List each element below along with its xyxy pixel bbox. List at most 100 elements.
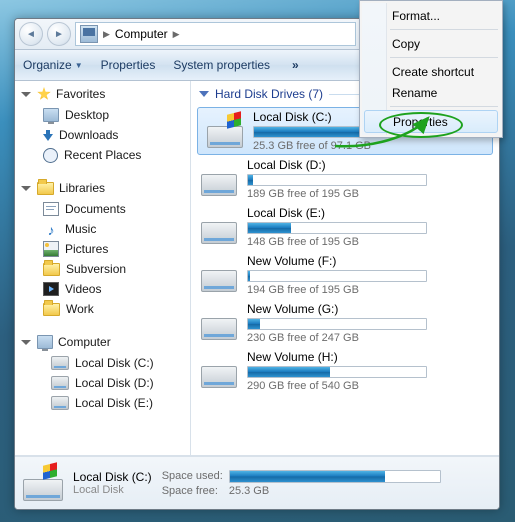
details-drive-type: Local Disk — [73, 484, 152, 496]
drive-icon — [201, 306, 237, 340]
details-drive-name: Local Disk (C:) — [73, 470, 152, 484]
drive-name: Local Disk (D:) — [247, 158, 491, 172]
tree-favorites-header[interactable]: Favorites — [15, 81, 190, 105]
details-pane: Local Disk (C:) Local Disk Space used: S… — [15, 456, 499, 509]
drive-name: New Volume (G:) — [247, 302, 491, 316]
cmd-system-properties-label: System properties — [173, 58, 270, 72]
collapse-icon — [199, 91, 209, 97]
note-icon — [43, 202, 59, 216]
tree-item-label: Local Disk (C:) — [75, 356, 154, 370]
breadcrumb[interactable]: ▶ Computer ▶ — [75, 22, 356, 46]
computer-icon — [37, 335, 53, 349]
cmd-organize[interactable]: Organize ▼ — [23, 58, 83, 72]
chevron-right-icon: ▶ — [173, 29, 180, 40]
tree-item[interactable]: Local Disk (D:) — [15, 373, 190, 393]
cmd-overflow[interactable]: » — [292, 58, 300, 72]
breadcrumb-computer[interactable]: Computer — [115, 27, 168, 41]
tree-item[interactable]: Recent Places — [15, 145, 190, 165]
drive-item[interactable]: New Volume (H:) 290 GB free of 540 GB — [191, 347, 499, 395]
drive-free-text: 148 GB free of 195 GB — [247, 236, 491, 248]
music-icon: ♪ — [43, 221, 59, 237]
monitor-icon — [43, 108, 59, 122]
back-arrow-icon: ◄ — [26, 29, 36, 40]
drive-free-text: 25.3 GB free of 97.1 GB — [253, 140, 485, 152]
tree-libraries-header[interactable]: Libraries — [15, 175, 190, 199]
drive-icon — [201, 354, 237, 388]
context-menu-item[interactable]: Create shortcut — [362, 61, 500, 82]
tree-item-label: Desktop — [65, 108, 109, 122]
tree-item-label: Music — [65, 222, 96, 236]
drive-free-text: 230 GB free of 247 GB — [247, 332, 491, 344]
drive-icon — [201, 210, 237, 244]
details-free-label: Space free: — [162, 485, 223, 497]
context-menu-item[interactable]: Properties — [364, 110, 498, 133]
tree-item-label: Local Disk (D:) — [75, 376, 154, 390]
tree-computer-header[interactable]: Computer — [15, 329, 190, 353]
folder-icon — [43, 263, 60, 276]
drive-usage-bar — [247, 174, 427, 186]
context-menu-item[interactable]: Copy — [362, 33, 500, 54]
tree-item-label: Work — [66, 302, 94, 316]
expand-icon — [21, 186, 31, 191]
tree-item-label: Local Disk (E:) — [75, 396, 153, 410]
tree-item-label: Downloads — [59, 128, 118, 142]
cmd-properties-label: Properties — [101, 58, 156, 72]
drive-icon — [207, 114, 243, 148]
drive-usage-bar — [247, 270, 427, 282]
drive-item[interactable]: Local Disk (D:) 189 GB free of 195 GB — [191, 155, 499, 203]
tree-item[interactable]: Local Disk (C:) — [15, 353, 190, 373]
expand-icon — [21, 92, 31, 97]
tree-item[interactable]: Desktop — [15, 105, 190, 125]
drive-icon — [201, 162, 237, 196]
folder-icon — [43, 303, 60, 316]
nav-tree: Favorites DesktopDownloadsRecent Places … — [15, 81, 191, 455]
clock-icon — [43, 148, 58, 163]
cmd-properties[interactable]: Properties — [101, 58, 156, 72]
tree-item[interactable]: Downloads — [15, 125, 190, 145]
drive-item[interactable]: New Volume (F:)194 GB free of 195 GB — [191, 251, 499, 299]
tree-computer-title: Computer — [58, 335, 111, 349]
details-kv: Space used: Space free: 25.3 GB — [162, 470, 441, 497]
expand-icon — [21, 340, 31, 345]
tree-item-label: Pictures — [65, 242, 108, 256]
drive-free-text: 290 GB free of 540 GB — [247, 380, 491, 392]
tree-favorites-title: Favorites — [56, 87, 105, 101]
drive-name: Local Disk (E:) — [247, 206, 491, 220]
tree-item[interactable]: Local Disk (E:) — [15, 393, 190, 413]
chevron-down-icon: ▼ — [75, 61, 83, 70]
tree-item[interactable]: Videos — [15, 279, 190, 299]
chevron-right-icon: ▶ — [103, 29, 110, 40]
download-icon — [43, 134, 53, 141]
drive-free-text: 189 GB free of 195 GB — [247, 188, 491, 200]
tree-item[interactable]: Work — [15, 299, 190, 319]
tree-libraries-title: Libraries — [59, 181, 105, 195]
cmd-system-properties[interactable]: System properties — [173, 58, 270, 72]
forward-button[interactable]: ► — [47, 22, 71, 46]
drive-list: Local Disk (C:)25.3 GB free of 97.1 GBLo… — [191, 107, 499, 455]
tree-item-label: Subversion — [66, 262, 126, 276]
drive-item[interactable]: Local Disk (E:) 148 GB free of 195 GB — [191, 203, 499, 251]
drive-usage-bar — [247, 318, 427, 330]
drive-name: New Volume (H:) — [247, 350, 491, 364]
context-menu[interactable]: Format... Copy Create shortcutRename Proper… — [359, 0, 503, 138]
context-menu-item[interactable]: Rename — [362, 82, 500, 103]
tree-item[interactable]: Pictures — [15, 239, 190, 259]
back-button[interactable]: ◄ — [19, 22, 43, 46]
drive-item[interactable]: New Volume (G:) 230 GB free of 247 GB — [191, 299, 499, 347]
tree-item[interactable]: Subversion — [15, 259, 190, 279]
pic-icon — [43, 241, 59, 257]
context-menu-item[interactable]: Format... — [362, 5, 500, 26]
video-icon — [43, 282, 59, 296]
disk-icon — [51, 396, 69, 410]
drive-usage-bar — [247, 366, 427, 378]
tree-item[interactable]: Documents — [15, 199, 190, 219]
tree-item[interactable]: ♪ Music — [15, 219, 190, 239]
libraries-icon — [37, 182, 54, 195]
context-menu-separator — [390, 106, 498, 107]
cmd-organize-label: Organize — [23, 58, 72, 72]
disk-icon — [51, 356, 69, 370]
tree-item-label: Videos — [65, 282, 101, 296]
drive-icon — [23, 465, 63, 501]
details-used-label: Space used: — [162, 470, 223, 482]
star-icon — [37, 87, 51, 101]
